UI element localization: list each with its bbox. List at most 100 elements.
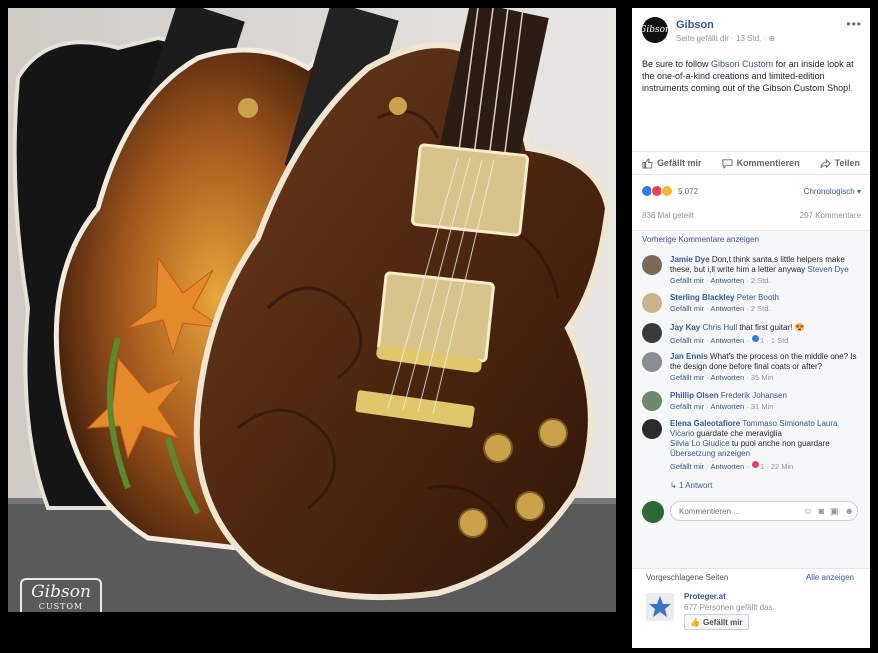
avatar[interactable] [642, 255, 662, 275]
comment-reply-link[interactable]: Antworten [710, 373, 744, 382]
comment-time: 22 Min [770, 462, 794, 471]
reactions-summary[interactable]: 5.072 Chronologisch ▾ [641, 184, 861, 198]
comment-text: tu puoi anche non guardare [729, 439, 830, 448]
sticker-icon[interactable]: ☻ [845, 506, 854, 517]
suggested-page-like-button[interactable]: 👍 Gefällt mir [684, 614, 749, 630]
gibson-custom-logo: Gibson CUSTOM [20, 578, 102, 612]
comment-author[interactable]: Jamie Dye [670, 255, 710, 264]
suggested-page-likes: 677 Personen gefällt das. [684, 603, 775, 612]
comment-time: 2 Std. [750, 304, 771, 313]
comment-author[interactable]: Phillip Olsen [670, 391, 718, 400]
comment-like-link[interactable]: Gefällt mir [670, 402, 704, 411]
comment-actions: Gefällt mir · Antworten · 35 Min [670, 373, 774, 382]
suggested-page-avatar[interactable] [646, 593, 674, 621]
comment-mention[interactable]: Steven Dye [807, 265, 848, 274]
comment-author[interactable]: Jan Ennis [670, 352, 708, 361]
star-logo-icon [649, 596, 671, 617]
comment-time: 35 Min [750, 373, 774, 382]
watermark-sub-text: CUSTOM [38, 602, 84, 611]
comment-body: Phillip Olsen Frederik Johansen Gefällt … [670, 391, 862, 412]
wow-reaction-icon [661, 185, 673, 197]
thumbs-up-icon: 👍 [690, 617, 700, 627]
post-text-part-1: Be sure to follow [642, 59, 712, 69]
comment-reply-link[interactable]: Antworten [710, 402, 744, 411]
comment-actions: Gefällt mir · Antworten · 1 · 1 Std [670, 334, 789, 345]
avatar[interactable] [642, 323, 662, 343]
comment-text: that first guitar! 😍 [737, 323, 805, 332]
suggested-page-name[interactable]: Proteger.at [684, 592, 726, 601]
suggested-pages-title: Vorgeschlagene Seiten [646, 573, 729, 582]
share-count[interactable]: 838 Mal geteilt [642, 211, 694, 220]
post-meta: Seite gefällt dir · 13 Std. · ⊕ [676, 34, 775, 43]
comment-reaction-count[interactable]: 1 [760, 336, 764, 345]
comment-author[interactable]: Sterling Blackley [670, 293, 734, 302]
comment-mention[interactable]: Peter Booth [737, 293, 779, 302]
post-text: Be sure to follow Gibson Custom for an i… [642, 58, 860, 94]
like-reaction-icon [750, 334, 760, 343]
comment-mention[interactable]: Frederik Johansen [721, 391, 787, 400]
translate-link[interactable]: Übersetzung anzeigen [670, 449, 750, 458]
replies-link[interactable]: ↳ 1 Antwort [670, 481, 712, 490]
reply-arrow-icon: ↳ [670, 481, 677, 490]
comment-like-link[interactable]: Gefällt mir [670, 336, 704, 345]
comment-author[interactable]: Jay Kay [670, 323, 700, 332]
comment-reply-link[interactable]: Antworten [710, 276, 744, 285]
comment-text: guardate che meraviglia [694, 429, 782, 438]
comment-sort-dropdown[interactable]: Chronologisch ▾ [804, 187, 861, 196]
comment-body: Sterling Blackley Peter Booth Gefällt mi… [670, 293, 862, 314]
camera-icon[interactable]: ◙ [819, 506, 824, 517]
avatar[interactable] [642, 419, 662, 439]
comment-reply-link[interactable]: Antworten [710, 304, 744, 313]
comment-body: Elena Galeotafiore Tommaso Simionato Lau… [670, 419, 862, 472]
comment-body: Jamie Dye Don,t think santa,s little hel… [670, 255, 862, 286]
comment-like-link[interactable]: Gefällt mir [670, 304, 704, 313]
suggested-like-label: Gefällt mir [702, 617, 743, 627]
comments-section: Vorherige Kommentare anzeigen Jamie Dye … [632, 230, 870, 569]
love-reaction-icon [750, 460, 760, 469]
avatar[interactable] [642, 293, 662, 313]
comment-icon [722, 158, 733, 169]
gibson-custom-link[interactable]: Gibson Custom [711, 59, 773, 69]
comment-actions: Gefällt mir · Antworten · 2 Std. [670, 276, 771, 285]
post-photo[interactable]: Gibson CUSTOM [8, 8, 616, 612]
comment-author[interactable]: Elena Galeotafiore [670, 419, 740, 428]
thumbs-up-icon [642, 157, 653, 169]
see-all-link[interactable]: Alle anzeigen [806, 573, 854, 582]
avatar[interactable] [642, 501, 664, 523]
avatar[interactable] [642, 391, 662, 411]
comment-composer: ☺ ◙ ▣ ☻ [642, 499, 862, 525]
post-meta-text: Seite gefällt dir · 13 Std. · [676, 34, 769, 43]
post-side-panel: Gibson Gibson Seite gefällt dir · 13 Std… [632, 8, 870, 648]
comment-mention[interactable]: Chris Hull [702, 323, 737, 332]
share-button[interactable]: Teilen [820, 158, 860, 169]
comment-reply-link[interactable]: Antworten [710, 336, 744, 345]
comment-body: Jan Ennis What's the process on the midd… [670, 352, 862, 383]
share-label: Teilen [834, 158, 860, 168]
avatar[interactable] [642, 352, 662, 372]
reaction-count: 5.072 [678, 186, 699, 196]
guitar-photo [8, 8, 616, 612]
page-avatar[interactable]: Gibson [639, 17, 671, 43]
comment-time: 1 Std [770, 336, 789, 345]
suggested-pages: Vorgeschlagene Seiten Alle anzeigen Prot… [632, 568, 870, 649]
comment-reply-link[interactable]: Antworten [710, 462, 744, 471]
comment-mention[interactable]: Silvia Lo Giudice [670, 439, 730, 448]
post-action-bar: Gefällt mir Kommentieren Teilen [632, 151, 870, 175]
gif-icon[interactable]: ▣ [830, 506, 839, 517]
comment-count[interactable]: 207 Kommentare [800, 211, 861, 220]
watermark-logo-text: Gibson [31, 582, 91, 602]
composer-icons: ☺ ◙ ▣ ☻ [803, 506, 854, 517]
like-button[interactable]: Gefällt mir [642, 157, 702, 169]
comment-time: 31 Min [750, 402, 774, 411]
comment-like-link[interactable]: Gefällt mir [670, 276, 704, 285]
post-header: Gibson Gibson Seite gefällt dir · 13 Std… [639, 17, 862, 49]
more-horizontal-icon[interactable]: ••• [846, 17, 862, 31]
comment-like-link[interactable]: Gefällt mir [670, 373, 704, 382]
emoji-icon[interactable]: ☺ [803, 506, 812, 517]
comment-like-link[interactable]: Gefällt mir [670, 462, 704, 471]
comment-label: Kommentieren [736, 158, 800, 168]
page-name-link[interactable]: Gibson [676, 19, 714, 31]
comment-reaction-count[interactable]: 1 [760, 462, 764, 471]
comment-button[interactable]: Kommentieren [722, 158, 800, 169]
previous-comments-link[interactable]: Vorherige Kommentare anzeigen [642, 235, 759, 244]
